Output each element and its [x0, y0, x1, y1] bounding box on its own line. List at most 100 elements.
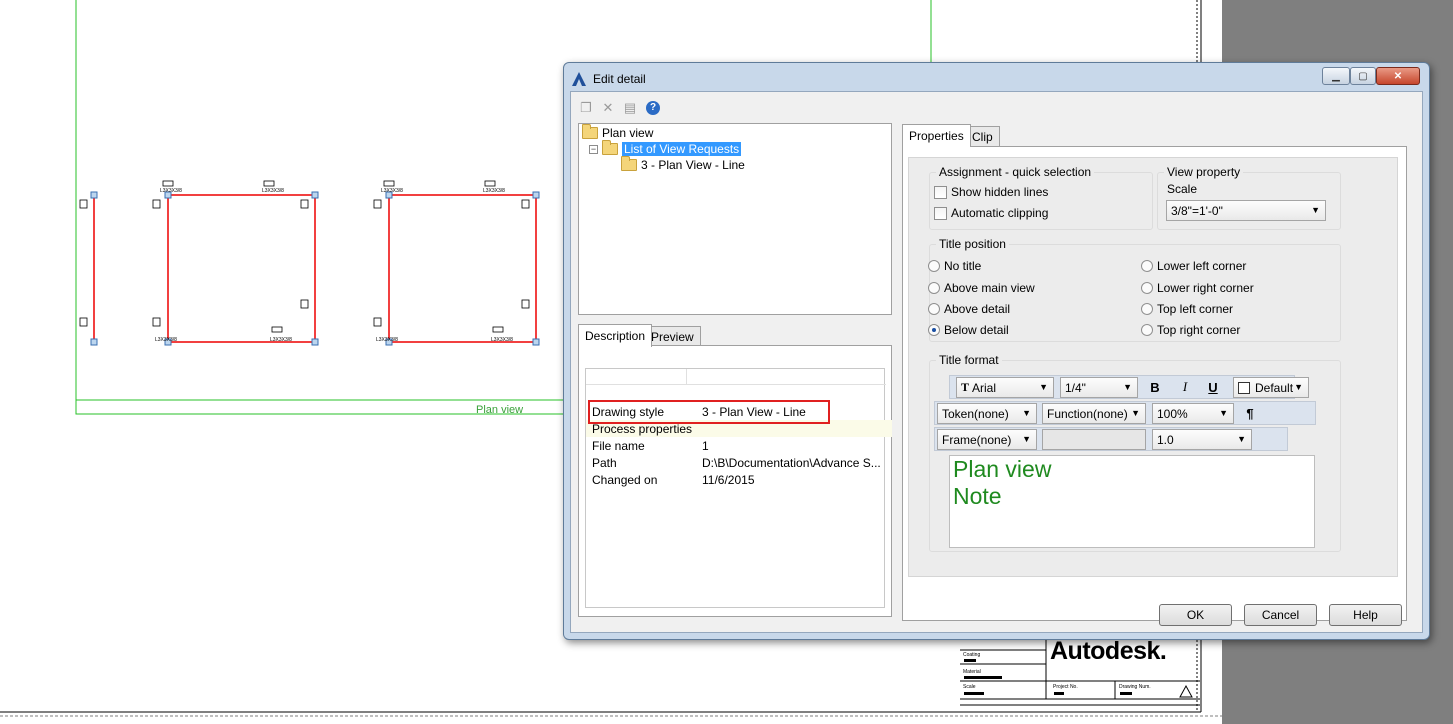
- token-select[interactable]: Token(none) ▼: [937, 403, 1037, 424]
- titleblock-label: Drawing Num.: [1119, 684, 1151, 690]
- svg-text:L3X3X3/8: L3X3X3/8: [262, 188, 284, 194]
- select-value: 1.0: [1157, 432, 1174, 447]
- underline-button[interactable]: U: [1203, 377, 1223, 397]
- copy-icon[interactable]: ❐: [578, 100, 594, 116]
- app-logo-icon: [572, 72, 586, 86]
- select-value: Default: [1255, 380, 1294, 395]
- assignment-group: Assignment - quick selection Show hidden…: [929, 165, 1153, 230]
- titleblock-label: Scale: [963, 684, 976, 690]
- prop-value: 11/6/2015: [702, 473, 755, 487]
- radio-label: Above detail: [944, 302, 1011, 316]
- prop-key: Changed on: [592, 473, 658, 487]
- svg-text:L3X3X3/8: L3X3X3/8: [155, 337, 177, 343]
- chevron-down-icon: ▼: [1022, 434, 1031, 444]
- titleblock-brand: Autodesk.: [1050, 637, 1167, 665]
- ratio-select[interactable]: 1.0 ▼: [1152, 429, 1252, 450]
- chevron-down-icon: ▼: [1219, 408, 1228, 418]
- radio-label: Lower left corner: [1157, 259, 1247, 273]
- color-swatch: [1238, 381, 1250, 394]
- titleblock-label: Coating: [963, 652, 981, 658]
- radio-dot: [1141, 303, 1153, 315]
- chevron-down-icon: ▼: [1022, 408, 1031, 418]
- delete-icon[interactable]: ✕: [600, 100, 616, 116]
- tree-item-list-of-view-requests[interactable]: List of View Requests: [602, 140, 742, 157]
- select-value: Token(none): [942, 406, 1009, 421]
- properties-content: Assignment - quick selection Show hidden…: [908, 157, 1398, 577]
- checkbox-label: Automatic clipping: [951, 206, 1049, 220]
- radio-dot: [928, 303, 940, 315]
- select-value: 100%: [1157, 406, 1188, 421]
- group-title: Title position: [936, 237, 1009, 251]
- chevron-down-icon: ▼: [1237, 434, 1246, 444]
- radio-dot: [928, 282, 940, 294]
- color-select[interactable]: Default ▼: [1233, 377, 1309, 398]
- tree-item-label: List of View Requests: [622, 142, 742, 156]
- paragraph-button[interactable]: ¶: [1240, 403, 1260, 423]
- table-row[interactable]: File name 1: [586, 437, 892, 454]
- chevron-down-icon: ▼: [1311, 205, 1320, 215]
- folder-icon: [582, 124, 598, 139]
- tab-properties[interactable]: Properties: [902, 124, 971, 147]
- radio-label: Below detail: [944, 323, 1009, 337]
- title-text-line: Plan view: [953, 456, 1052, 482]
- function-select[interactable]: Function(none) ▼: [1042, 403, 1146, 424]
- radio-top-left-corner[interactable]: Top left corner: [1141, 302, 1233, 316]
- automatic-clipping-checkbox[interactable]: Automatic clipping: [934, 206, 1048, 220]
- radio-top-right-corner[interactable]: Top right corner: [1141, 323, 1240, 337]
- radio-lower-right-corner[interactable]: Lower right corner: [1141, 281, 1254, 295]
- description-panel: Drawing style 3 - Plan View - Line Proce…: [578, 345, 892, 617]
- help-icon[interactable]: ?: [645, 100, 661, 116]
- bold-button[interactable]: B: [1145, 377, 1165, 397]
- radio-label: Above main view: [944, 281, 1035, 295]
- collapse-icon[interactable]: −: [589, 145, 598, 154]
- view-property-group: View property Scale 3/8"=1'-0" ▼: [1157, 165, 1341, 230]
- table-row[interactable]: Path D:\B\Documentation\Advance S...: [586, 454, 892, 471]
- properties-table[interactable]: Drawing style 3 - Plan View - Line Proce…: [585, 368, 892, 608]
- scale-select[interactable]: 3/8"=1'-0" ▼: [1166, 200, 1326, 221]
- help-button[interactable]: Help: [1329, 604, 1402, 626]
- prop-value: D:\B\Documentation\Advance S...: [702, 456, 881, 470]
- svg-text:L3X3X3/8: L3X3X3/8: [491, 337, 513, 343]
- radio-above-main-view[interactable]: Above main view: [928, 281, 1035, 295]
- title-format-group: Title format T Arial ▼ 1/4" ▼ B I U Defa…: [929, 353, 1341, 552]
- folder-icon: [621, 156, 637, 171]
- radio-lower-left-corner[interactable]: Lower left corner: [1141, 259, 1246, 273]
- font-select[interactable]: T Arial ▼: [956, 377, 1054, 398]
- close-button[interactable]: ✕: [1376, 67, 1420, 85]
- format-toolbar-2: Token(none) ▼ Function(none) ▼ 100% ▼ ¶: [934, 401, 1316, 425]
- radio-label: Top left corner: [1157, 302, 1234, 316]
- title-text-editor[interactable]: Plan view Note: [949, 455, 1315, 548]
- dialog-title: Edit detail: [593, 72, 646, 86]
- properties-panel: Assignment - quick selection Show hidden…: [902, 146, 1407, 621]
- select-value: Function(none): [1047, 406, 1128, 421]
- detail-tree[interactable]: Plan view − List of View Requests 3 - Pl…: [578, 123, 892, 315]
- tab-preview[interactable]: Preview: [644, 326, 701, 347]
- group-title: Assignment - quick selection: [936, 165, 1095, 179]
- radio-dot: [928, 260, 940, 272]
- svg-text:L3X3X3/8: L3X3X3/8: [483, 188, 505, 194]
- cancel-button[interactable]: Cancel: [1244, 604, 1317, 626]
- show-hidden-lines-checkbox[interactable]: Show hidden lines: [934, 185, 1048, 199]
- maximize-button[interactable]: ▢: [1350, 67, 1376, 85]
- percent-select[interactable]: 100% ▼: [1152, 403, 1234, 424]
- save-icon[interactable]: ▤: [622, 100, 638, 116]
- dialog-titlebar[interactable]: Edit detail ▁ ▢ ✕: [564, 63, 1429, 93]
- disabled-select: [1042, 429, 1146, 450]
- tree-item-plan-view[interactable]: Plan view: [582, 124, 653, 141]
- view-label: Plan view: [476, 404, 524, 416]
- radio-below-detail[interactable]: Below detail: [928, 323, 1009, 337]
- size-select[interactable]: 1/4" ▼: [1060, 377, 1138, 398]
- table-row[interactable]: Changed on 11/6/2015: [586, 471, 892, 488]
- chevron-down-icon: ▼: [1123, 382, 1132, 392]
- radio-label: Lower right corner: [1157, 281, 1254, 295]
- italic-button[interactable]: I: [1175, 377, 1195, 397]
- ok-button[interactable]: OK: [1159, 604, 1232, 626]
- minimize-button[interactable]: ▁: [1322, 67, 1350, 85]
- radio-above-detail[interactable]: Above detail: [928, 302, 1010, 316]
- tab-description[interactable]: Description: [578, 324, 653, 347]
- tree-item-plan-view-line[interactable]: 3 - Plan View - Line: [621, 156, 745, 173]
- frame-select[interactable]: Frame(none) ▼: [937, 429, 1037, 450]
- radio-no-title[interactable]: No title: [928, 259, 981, 273]
- svg-text:L3X3X3/8: L3X3X3/8: [160, 188, 182, 194]
- dialog-toolbar: ❐ ✕ ▤ ?: [571, 92, 1424, 122]
